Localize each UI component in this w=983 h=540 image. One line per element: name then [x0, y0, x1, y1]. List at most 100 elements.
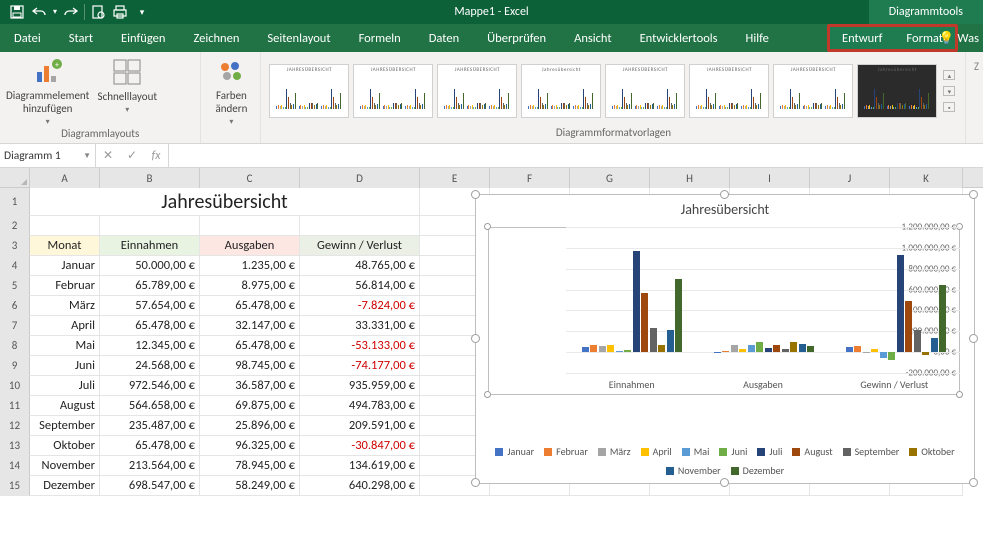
- legend-item[interactable]: November: [666, 464, 721, 477]
- chart-bar[interactable]: [922, 352, 929, 355]
- table-cell[interactable]: Januar: [30, 256, 100, 276]
- legend-item[interactable]: Februar: [544, 445, 588, 458]
- chart-bar[interactable]: [871, 349, 878, 352]
- table-cell[interactable]: 935.959,00 €: [300, 376, 420, 396]
- row-header[interactable]: 5: [0, 276, 30, 296]
- chart-style-thumb[interactable]: JAHRESÜBERSICHT: [353, 64, 433, 118]
- resize-handle[interactable]: [969, 190, 978, 199]
- table-cell[interactable]: 564.658,00 €: [100, 396, 200, 416]
- table-cell[interactable]: 235.487,00 €: [100, 416, 200, 436]
- legend-item[interactable]: Mai: [682, 445, 710, 458]
- chart-bar[interactable]: [905, 301, 912, 353]
- row-header[interactable]: 7: [0, 316, 30, 336]
- chart-bar[interactable]: [582, 347, 589, 352]
- column-header[interactable]: I: [730, 168, 810, 188]
- column-header[interactable]: G: [570, 168, 650, 188]
- table-header-cell[interactable]: Ausgaben: [200, 236, 300, 256]
- tab-zeichnen[interactable]: Zeichnen: [179, 24, 253, 52]
- table-cell[interactable]: 65.789,00 €: [100, 276, 200, 296]
- table-cell[interactable]: 48.765,00 €: [300, 256, 420, 276]
- table-cell[interactable]: 8.975,00 €: [200, 276, 300, 296]
- resize-handle[interactable]: [471, 478, 480, 487]
- tab-einfügen[interactable]: Einfügen: [107, 24, 179, 52]
- table-cell[interactable]: Februar: [30, 276, 100, 296]
- table-cell[interactable]: 134.619,00 €: [300, 456, 420, 476]
- column-header[interactable]: K: [890, 168, 963, 188]
- chart-bar[interactable]: [756, 342, 763, 352]
- chart-bar[interactable]: [807, 346, 814, 352]
- table-cell[interactable]: 24.568,00 €: [100, 356, 200, 376]
- tab-entwicklertools[interactable]: Entwicklertools: [626, 24, 732, 52]
- cell[interactable]: [300, 216, 420, 236]
- undo-more-icon[interactable]: ▾: [50, 2, 60, 22]
- table-header-cell[interactable]: Einnahmen: [100, 236, 200, 256]
- table-cell[interactable]: -7.824,00 €: [300, 296, 420, 316]
- table-cell[interactable]: Mai: [30, 336, 100, 356]
- column-header[interactable]: C: [200, 168, 300, 188]
- preview-icon[interactable]: [87, 2, 109, 22]
- table-cell[interactable]: Juli: [30, 376, 100, 396]
- worksheet-grid[interactable]: ABCDEFGHIJK 123456789101112131415 Jahres…: [0, 168, 983, 528]
- chart-bar[interactable]: [731, 345, 738, 352]
- chart-bar[interactable]: [799, 344, 806, 352]
- legend-item[interactable]: April: [641, 445, 672, 458]
- legend-item[interactable]: Juli: [757, 445, 782, 458]
- tab-datei[interactable]: Datei: [0, 24, 55, 52]
- chart-bar[interactable]: [607, 345, 614, 352]
- table-cell[interactable]: 69.875,00 €: [200, 396, 300, 416]
- table-cell[interactable]: 33.331,00 €: [300, 316, 420, 336]
- table-cell[interactable]: 57.654,00 €: [100, 296, 200, 316]
- table-cell[interactable]: Dezember: [30, 476, 100, 496]
- chart-style-thumb[interactable]: JAHRESÜBERSICHT: [269, 64, 349, 118]
- formula-input[interactable]: [169, 144, 983, 167]
- chart-bar[interactable]: [790, 342, 797, 352]
- tab-formeln[interactable]: Formeln: [345, 24, 415, 52]
- table-cell[interactable]: 78.945,00 €: [200, 456, 300, 476]
- table-cell[interactable]: 56.814,00 €: [300, 276, 420, 296]
- chart-legend[interactable]: JanuarFebruarMärzAprilMaiJuniJuliAugustS…: [494, 445, 956, 477]
- table-cell[interactable]: 972.546,00 €: [100, 376, 200, 396]
- plot-area[interactable]: 1.200.000,00 €1.000.000,00 €800.000,00 €…: [488, 227, 960, 395]
- table-cell[interactable]: Juni: [30, 356, 100, 376]
- cell[interactable]: [200, 216, 300, 236]
- table-cell[interactable]: Oktober: [30, 436, 100, 456]
- resize-handle[interactable]: [471, 334, 480, 343]
- table-cell[interactable]: 96.325,00 €: [200, 436, 300, 456]
- chart-styles-gallery[interactable]: JAHRESÜBERSICHTJAHRESÜBERSICHTJAHRESÜBER…: [267, 56, 959, 126]
- chart-bar[interactable]: [624, 350, 631, 353]
- table-cell[interactable]: August: [30, 396, 100, 416]
- table-cell[interactable]: 65.478,00 €: [200, 296, 300, 316]
- chart-bar[interactable]: [616, 351, 623, 352]
- row-header[interactable]: 10: [0, 376, 30, 396]
- row-header[interactable]: 8: [0, 336, 30, 356]
- quick-layout-button[interactable]: Schnelllayout▾: [97, 56, 157, 115]
- chart-bar[interactable]: [739, 349, 746, 352]
- tab-start[interactable]: Start: [55, 24, 107, 52]
- add-chart-element-button[interactable]: + Diagrammelement hinzufügen▾: [6, 56, 89, 127]
- chart-bar[interactable]: [714, 352, 721, 353]
- legend-item[interactable]: Dezember: [731, 464, 784, 477]
- plot-resize-handle[interactable]: [484, 223, 491, 230]
- table-cell[interactable]: 98.745,00 €: [200, 356, 300, 376]
- legend-item[interactable]: Januar: [495, 445, 534, 458]
- legend-item[interactable]: Oktober: [909, 445, 954, 458]
- table-cell[interactable]: 36.587,00 €: [200, 376, 300, 396]
- plot-resize-handle[interactable]: [484, 391, 491, 398]
- column-header[interactable]: D: [300, 168, 420, 188]
- legend-item[interactable]: September: [843, 445, 900, 458]
- resize-handle[interactable]: [720, 190, 729, 199]
- table-cell[interactable]: 25.896,00 €: [200, 416, 300, 436]
- table-cell[interactable]: -30.847,00 €: [300, 436, 420, 456]
- column-header[interactable]: E: [420, 168, 490, 188]
- row-header[interactable]: 12: [0, 416, 30, 436]
- table-cell[interactable]: 12.345,00 €: [100, 336, 200, 356]
- column-header[interactable]: F: [490, 168, 570, 188]
- chart-bar[interactable]: [888, 352, 895, 360]
- chart-bar[interactable]: [931, 338, 938, 352]
- chart-bar[interactable]: [854, 346, 861, 352]
- chart-bar[interactable]: [765, 348, 772, 352]
- chart-bar[interactable]: [846, 347, 853, 352]
- tab-seitenlayout[interactable]: Seitenlayout: [253, 24, 344, 52]
- cancel-formula-icon[interactable]: ✕: [96, 144, 120, 167]
- enter-formula-icon[interactable]: ✓: [120, 144, 144, 167]
